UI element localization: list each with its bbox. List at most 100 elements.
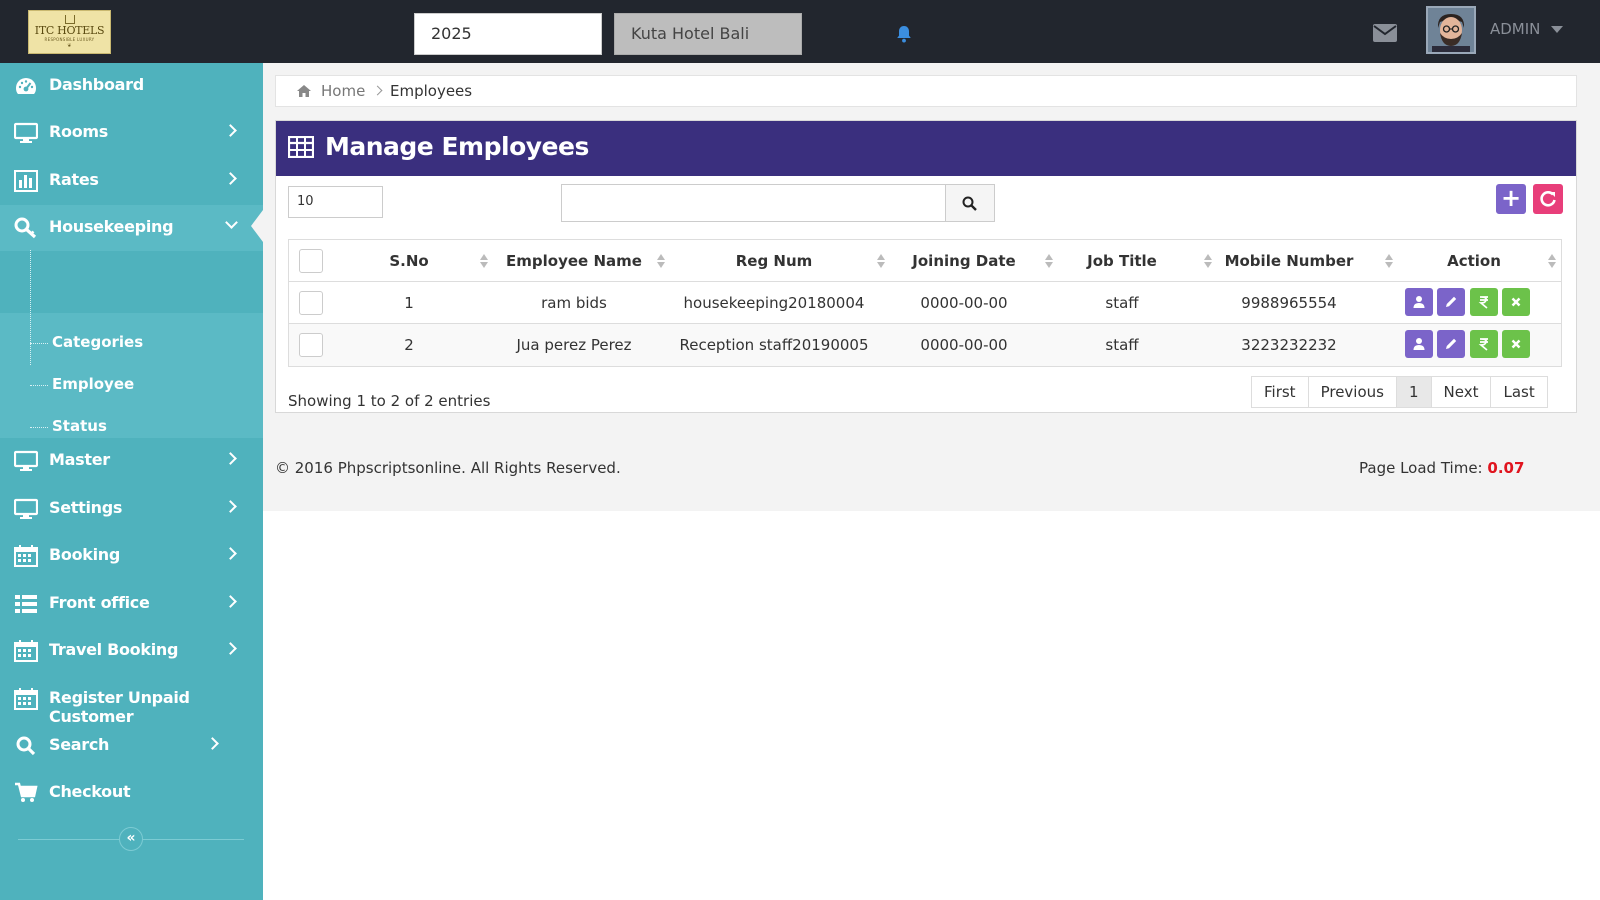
column-header-action: Action (1447, 252, 1501, 270)
submenu-item-employee[interactable]: Employee (30, 365, 230, 405)
chevron-right-icon (224, 642, 237, 655)
pagination-page-1[interactable]: 1 (1395, 376, 1432, 408)
pagination-previous[interactable]: Previous (1307, 376, 1397, 408)
sidebar-item-register-unpaid-customer[interactable]: Register Unpaid Customer (0, 676, 263, 726)
sidebar-item-rooms[interactable]: Rooms (0, 110, 263, 156)
sidebar-label: Dashboard (49, 75, 144, 94)
column-header-reg-num[interactable]: Reg Num (674, 240, 874, 282)
hotel-selector[interactable]: Kuta Hotel Bali (614, 13, 802, 55)
admin-menu[interactable]: ADMIN (1490, 20, 1540, 38)
column-header-employee-name[interactable]: Employee Name (494, 240, 654, 282)
cart-icon (15, 782, 38, 802)
sidebar-label: Rates (49, 170, 99, 189)
sort-icon[interactable] (1384, 253, 1394, 269)
sidebar-item-housekeeping[interactable]: Housekeeping (0, 205, 263, 251)
submenu-label: Employee (52, 375, 135, 393)
sidebar-label: Master (49, 450, 110, 469)
submenu-label: Categories (52, 333, 144, 351)
tree-connector (30, 343, 48, 344)
sidebar-item-rates[interactable]: Rates (0, 158, 263, 204)
payment-button[interactable] (1470, 288, 1498, 316)
cell-mobile-number: 9988965554 (1241, 294, 1337, 312)
table-row: 1 ram bids housekeeping20180004 0000-00-… (289, 282, 1561, 324)
cell-job-title: staff (1105, 294, 1139, 312)
page-length-select[interactable]: 10 (288, 186, 383, 218)
pagination: First Previous 1 Next Last (1251, 376, 1548, 408)
cell-job-title: staff (1105, 336, 1139, 354)
sidebar-label: Search (49, 735, 110, 754)
sidebar-item-front-office[interactable]: Front office (0, 581, 263, 627)
sidebar-label: Travel Booking (49, 640, 179, 659)
user-avatar[interactable] (1426, 6, 1476, 54)
sidebar-label: Housekeeping (49, 217, 174, 236)
edit-button[interactable] (1437, 288, 1465, 316)
sort-icon[interactable] (479, 253, 489, 269)
sort-icon[interactable] (1547, 253, 1557, 269)
caret-down-icon[interactable] (1551, 26, 1563, 33)
submenu-tree-line (30, 250, 31, 365)
pagination-next[interactable]: Next (1430, 376, 1492, 408)
sidebar-item-travel-booking[interactable]: Travel Booking (0, 628, 263, 674)
close-icon (1511, 339, 1521, 349)
page-load-value: 0.07 (1487, 459, 1525, 477)
sidebar-label: Checkout (49, 782, 131, 801)
breadcrumb-home-link[interactable]: Home (321, 82, 365, 100)
mail-icon[interactable] (1373, 24, 1397, 42)
itc-hotels-logo[interactable]: ITC HOTELS RESPONSIBLE LUXURY ❦ (28, 10, 111, 54)
select-all-checkbox[interactable] (299, 249, 323, 273)
sidebar-item-booking[interactable]: Booking (0, 533, 263, 579)
sort-icon[interactable] (876, 253, 886, 269)
cell-reg-num: Reception staff20190005 (679, 336, 869, 354)
column-header-mobile-number[interactable]: Mobile Number (1214, 240, 1364, 282)
sort-icon[interactable] (656, 253, 666, 269)
view-button[interactable] (1405, 288, 1433, 316)
pencil-icon (1446, 296, 1457, 307)
row-checkbox[interactable] (299, 291, 323, 315)
chevron-right-icon (224, 452, 237, 465)
sidebar-item-search[interactable]: Search (0, 723, 263, 769)
sort-icon[interactable] (1044, 253, 1054, 269)
sidebar-label: Booking (49, 545, 121, 564)
submenu-item-categories[interactable]: Categories (30, 323, 230, 363)
delete-button[interactable] (1502, 330, 1530, 358)
sidebar-item-dashboard[interactable]: Dashboard (0, 63, 263, 109)
delete-button[interactable] (1502, 288, 1530, 316)
sidebar-label: Rooms (49, 122, 109, 141)
panel-header: Manage Employees (276, 121, 1576, 176)
pencil-icon (1446, 338, 1457, 349)
sidebar-item-checkout[interactable]: Checkout (0, 770, 263, 816)
table-icon (288, 136, 314, 158)
cell-joining-date: 0000-00-00 (920, 336, 1008, 354)
chevron-right-icon (224, 595, 237, 608)
sort-icon[interactable] (1203, 253, 1213, 269)
user-icon (1413, 338, 1425, 350)
column-header-sno[interactable]: S.No (369, 240, 449, 282)
chevron-right-icon (224, 547, 237, 560)
table-header-row: S.No Employee Name Reg Num Joining Date … (289, 240, 1561, 282)
pagination-last[interactable]: Last (1490, 376, 1548, 408)
sidebar-item-settings[interactable]: Settings (0, 486, 263, 532)
tree-connector (30, 385, 48, 386)
year-selector[interactable]: 2025 (414, 13, 602, 55)
calendar-icon (14, 640, 38, 662)
add-employee-button[interactable]: + (1496, 184, 1526, 214)
cell-joining-date: 0000-00-00 (920, 294, 1008, 312)
bell-icon[interactable] (894, 24, 914, 44)
payment-button[interactable] (1470, 330, 1498, 358)
sidebar-item-master[interactable]: Master (0, 438, 263, 484)
collapse-sidebar-button[interactable]: « (119, 827, 143, 851)
pagination-first[interactable]: First (1251, 376, 1309, 408)
cell-mobile-number: 3223232232 (1241, 336, 1337, 354)
row-checkbox[interactable] (299, 333, 323, 357)
column-header-job-title[interactable]: Job Title (1067, 240, 1177, 282)
refresh-button[interactable] (1533, 184, 1563, 214)
home-icon (297, 85, 311, 97)
sidebar-label: Register Unpaid Customer (49, 688, 190, 726)
search-input[interactable] (561, 184, 946, 222)
view-button[interactable] (1405, 330, 1433, 358)
column-header-joining-date[interactable]: Joining Date (894, 240, 1034, 282)
copyright: © 2016 Phpscriptsonline. All Rights Rese… (275, 459, 621, 477)
cell-sno: 2 (404, 336, 414, 354)
search-button[interactable] (945, 184, 995, 222)
edit-button[interactable] (1437, 330, 1465, 358)
